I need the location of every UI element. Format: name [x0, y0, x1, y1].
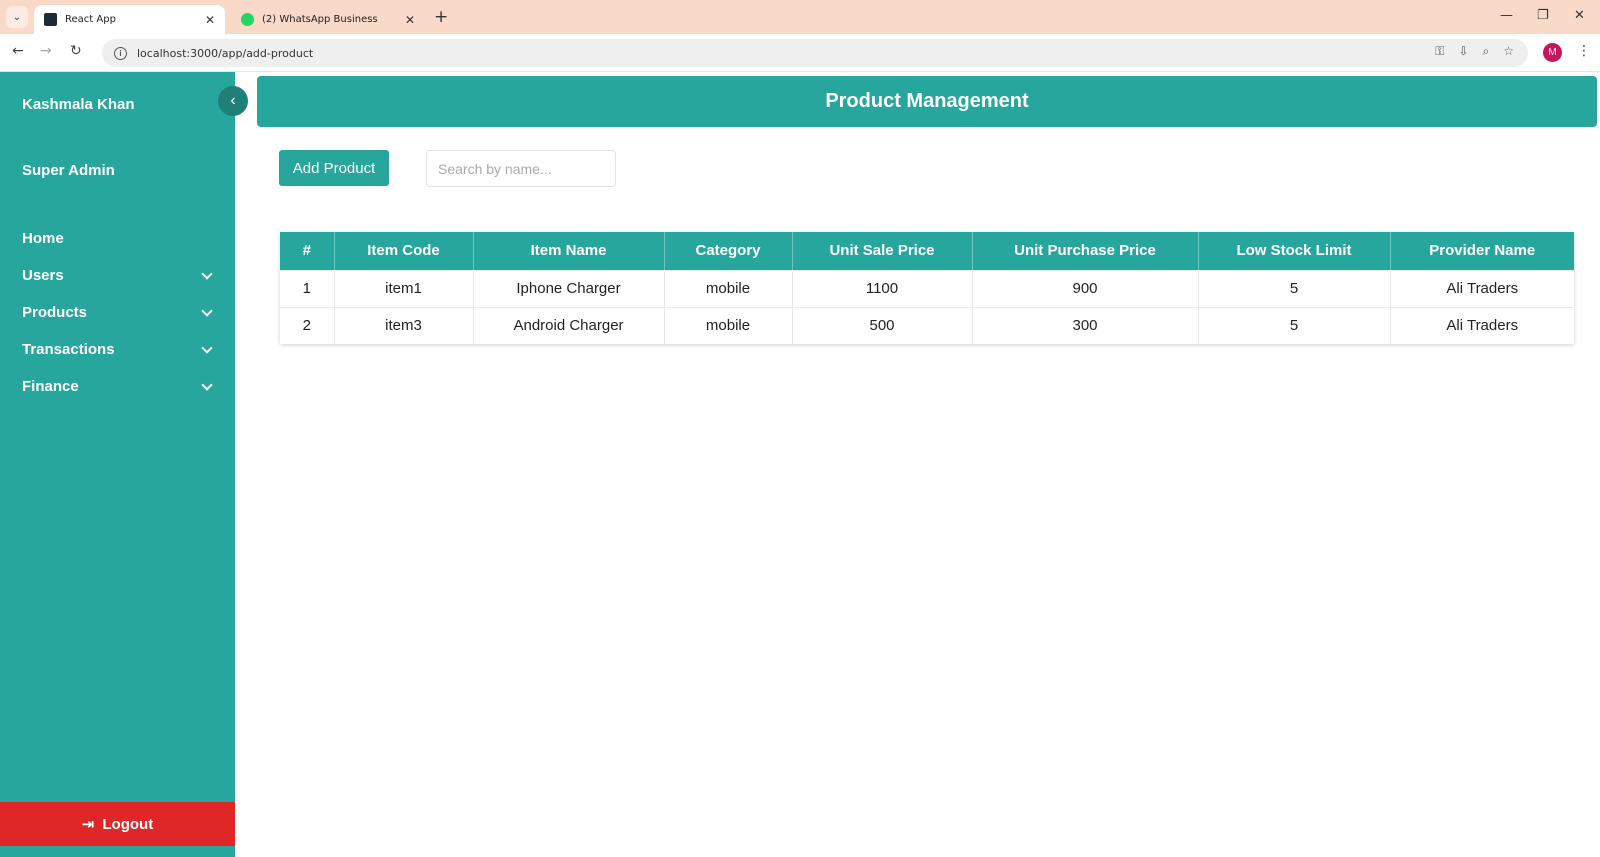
table-cell: item1 [334, 269, 474, 307]
new-tab-plus-icon[interactable]: + [434, 7, 448, 27]
reload-icon[interactable]: ↻ [70, 43, 82, 59]
install-app-icon[interactable]: ⇩ [1458, 44, 1468, 59]
chevron-down-icon [201, 304, 213, 317]
chevron-left-icon: ‹ [230, 92, 236, 109]
table-cell: Ali Traders [1390, 269, 1574, 307]
logout-button[interactable]: ⇥ Logout [0, 802, 235, 846]
back-arrow-icon[interactable]: ← [12, 43, 24, 59]
user-role: Super Admin [22, 162, 115, 179]
table-cell: mobile [664, 269, 793, 307]
sidebar-item-label: Finance [22, 378, 79, 395]
forward-arrow-icon[interactable]: → [40, 43, 52, 59]
table-row: 1 item1 Iphone Charger mobile 1100 900 5… [280, 269, 1574, 307]
bookmark-star-icon[interactable]: ☆ [1503, 44, 1514, 59]
browser-tabstrip: ⌄ React App ✕ (2) WhatsApp Business ✕ + … [0, 0, 1600, 34]
whatsapp-favicon-icon [241, 13, 254, 26]
column-header: Unit Sale Price [792, 232, 973, 270]
table-cell: 5 [1198, 306, 1391, 344]
password-key-icon[interactable]: ⚿ [1435, 44, 1444, 59]
tab-title: (2) WhatsApp Business [262, 14, 378, 25]
sidebar-item-label: Products [22, 304, 88, 321]
table-cell: 5 [1198, 269, 1391, 307]
table-cell: 1 [280, 269, 335, 307]
sidebar-nav: Home Users Products Transactions Finance [0, 220, 235, 405]
table-cell: 500 [792, 306, 973, 344]
table-cell: mobile [664, 306, 793, 344]
table-cell: 900 [972, 269, 1199, 307]
chevron-down-icon [201, 378, 213, 391]
table-cell: 300 [972, 306, 1199, 344]
sidebar-item-transactions[interactable]: Transactions [0, 331, 235, 368]
restore-icon[interactable]: ❐ [1537, 8, 1549, 23]
browser-toolbar: ← → ↻ i localhost:3000/app/add-product ⚿… [0, 34, 1600, 72]
table-header-row: # Item Code Item Name Category Unit Sale… [280, 232, 1574, 270]
table-cell: Ali Traders [1390, 306, 1574, 344]
tab-react-app[interactable]: React App ✕ [34, 5, 225, 34]
column-header: Category [664, 232, 793, 270]
table-cell: 2 [280, 306, 335, 344]
chevron-down-icon [201, 267, 213, 280]
products-table: # Item Code Item Name Category Unit Sale… [280, 232, 1574, 344]
react-app-favicon-icon [44, 13, 57, 26]
page-title: Product Management [257, 76, 1597, 127]
sidebar-item-home[interactable]: Home [0, 220, 235, 257]
column-header: Provider Name [1390, 232, 1574, 270]
sidebar-item-label: Transactions [22, 341, 115, 358]
table-cell: item3 [334, 306, 474, 344]
column-header: # [280, 232, 335, 270]
table-cell: Iphone Charger [473, 269, 665, 307]
address-bar[interactable]: i localhost:3000/app/add-product ⚿ ⇩ ⌕ ☆ [102, 39, 1528, 67]
logout-label: Logout [102, 815, 154, 833]
tab-title: React App [65, 14, 116, 25]
sidebar-item-label: Home [22, 230, 64, 247]
table-row: 2 item3 Android Charger mobile 500 300 5… [280, 306, 1574, 344]
table-cell: 1100 [792, 269, 973, 307]
logout-icon: ⇥ [81, 815, 95, 833]
url-text: localhost:3000/app/add-product [137, 46, 314, 60]
sidebar-item-label: Users [22, 267, 64, 284]
sidebar-item-finance[interactable]: Finance [0, 368, 235, 405]
column-header: Unit Purchase Price [972, 232, 1199, 270]
table-cell: Android Charger [473, 306, 665, 344]
window-close-icon[interactable]: ✕ [1574, 8, 1585, 23]
minimize-icon[interactable]: — [1500, 8, 1513, 23]
column-header: Item Code [334, 232, 474, 270]
sidebar-item-products[interactable]: Products [0, 294, 235, 331]
sidebar: Kashmala Khan Super Admin Home Users Pro… [0, 72, 235, 857]
user-name: Kashmala Khan [22, 96, 135, 113]
column-header: Item Name [473, 232, 665, 270]
tab-search-button[interactable]: ⌄ [6, 6, 28, 28]
tab-close-icon[interactable]: ✕ [405, 13, 415, 27]
add-product-button[interactable]: Add Product [279, 150, 389, 186]
search-input[interactable] [426, 150, 616, 187]
tab-close-icon[interactable]: ✕ [205, 13, 215, 27]
zoom-icon[interactable]: ⌕ [1483, 44, 1490, 59]
tab-whatsapp[interactable]: (2) WhatsApp Business ✕ [231, 5, 425, 34]
profile-avatar[interactable]: M [1543, 43, 1562, 62]
chevron-down-icon [201, 341, 213, 354]
sidebar-collapse-button[interactable]: ‹ [218, 86, 248, 116]
browser-menu-icon[interactable]: ⋮ [1577, 43, 1591, 59]
sidebar-item-users[interactable]: Users [0, 257, 235, 294]
site-info-icon[interactable]: i [114, 46, 127, 60]
column-header: Low Stock Limit [1198, 232, 1391, 270]
